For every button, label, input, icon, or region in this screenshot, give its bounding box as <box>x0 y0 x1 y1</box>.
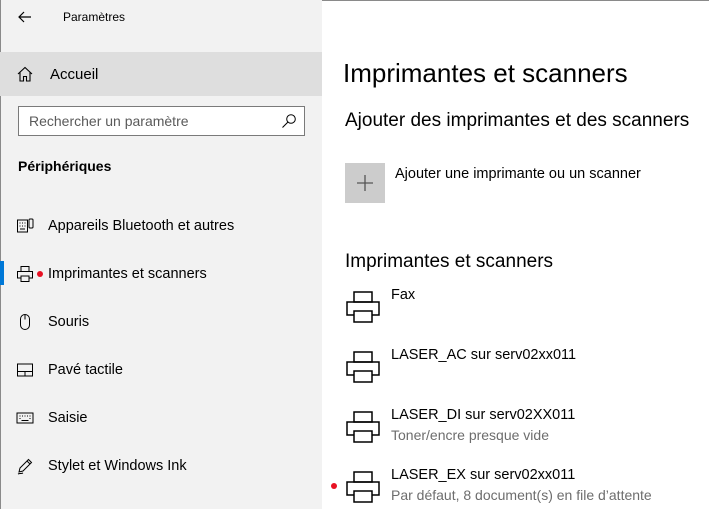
status-marker-dot <box>37 271 43 277</box>
sidebar-item-label: Imprimantes et scanners <box>48 266 207 282</box>
printer-icon <box>17 266 33 282</box>
sidebar-item-mouse[interactable]: Souris <box>0 300 322 344</box>
sidebar-item-label: Appareils Bluetooth et autres <box>48 218 235 234</box>
page-title: Imprimantes et scanners <box>343 58 628 88</box>
printer-name: LASER_AC sur serv02xx011 <box>391 347 577 363</box>
bluetooth-devices-icon <box>17 218 34 233</box>
sidebar-item-bluetooth[interactable]: Appareils Bluetooth et autres <box>0 204 322 248</box>
home-nav-item[interactable]: Accueil <box>0 52 322 96</box>
touchpad-icon <box>17 363 33 377</box>
keyboard-icon <box>16 412 34 424</box>
sidebar-item-label: Stylet et Windows Ink <box>48 458 187 474</box>
mouse-icon <box>20 314 30 330</box>
add-printer-button[interactable]: Ajouter une imprimante ou un scanner <box>345 163 685 203</box>
home-label: Accueil <box>50 66 99 83</box>
printer-status: Toner/encre presque vide <box>391 427 549 443</box>
printer-icon <box>346 471 380 503</box>
home-icon <box>17 66 33 82</box>
printer-name: Fax <box>391 287 416 303</box>
printer-item-laser-di[interactable]: LASER_DI sur serv02XX011 Toner/encre pre… <box>345 407 705 455</box>
sidebar-item-label: Saisie <box>48 410 88 426</box>
printer-icon <box>346 411 380 443</box>
title-bar: Paramètres <box>0 0 322 36</box>
printer-icon <box>346 351 380 383</box>
printer-item-laser-ac[interactable]: LASER_AC sur serv02xx011 <box>345 347 705 395</box>
printer-name: LASER_EX sur serv02xx011 <box>391 467 576 483</box>
add-tile <box>345 163 385 203</box>
search-box[interactable] <box>18 106 305 136</box>
sidebar-item-label: Pavé tactile <box>48 362 123 378</box>
sidebar-item-pen[interactable]: Stylet et Windows Ink <box>0 444 322 488</box>
printer-icon <box>346 291 380 323</box>
sidebar: Paramètres Accueil Périphériques Apparei… <box>0 0 322 509</box>
search-icon[interactable] <box>281 113 297 129</box>
pen-icon <box>17 458 33 475</box>
sidebar-item-typing[interactable]: Saisie <box>0 396 322 440</box>
printer-name: LASER_DI sur serv02XX011 <box>391 407 576 423</box>
section-heading: Périphériques <box>18 158 112 174</box>
printer-item-fax[interactable]: Fax <box>345 287 705 335</box>
app-title: Paramètres <box>63 10 126 24</box>
add-printer-label: Ajouter une imprimante ou un scanner <box>395 166 641 182</box>
printer-status: Par défaut, 8 document(s) en file d’atte… <box>391 487 652 503</box>
default-printer-dot <box>331 483 337 489</box>
sidebar-item-touchpad[interactable]: Pavé tactile <box>0 348 322 392</box>
main-content: Imprimantes et scanners Ajouter des impr… <box>322 0 709 509</box>
sidebar-item-label: Souris <box>48 314 90 330</box>
add-section-title: Ajouter des imprimantes et des scanners <box>345 110 690 131</box>
plus-icon <box>357 175 373 191</box>
sidebar-item-printers[interactable]: Imprimantes et scanners <box>0 252 322 296</box>
printers-section-title: Imprimantes et scanners <box>345 251 554 272</box>
search-input[interactable] <box>29 112 279 130</box>
back-button[interactable] <box>10 4 40 30</box>
printer-item-laser-ex[interactable]: LASER_EX sur serv02xx011 Par défaut, 8 d… <box>331 467 705 509</box>
back-arrow-icon <box>18 11 31 23</box>
